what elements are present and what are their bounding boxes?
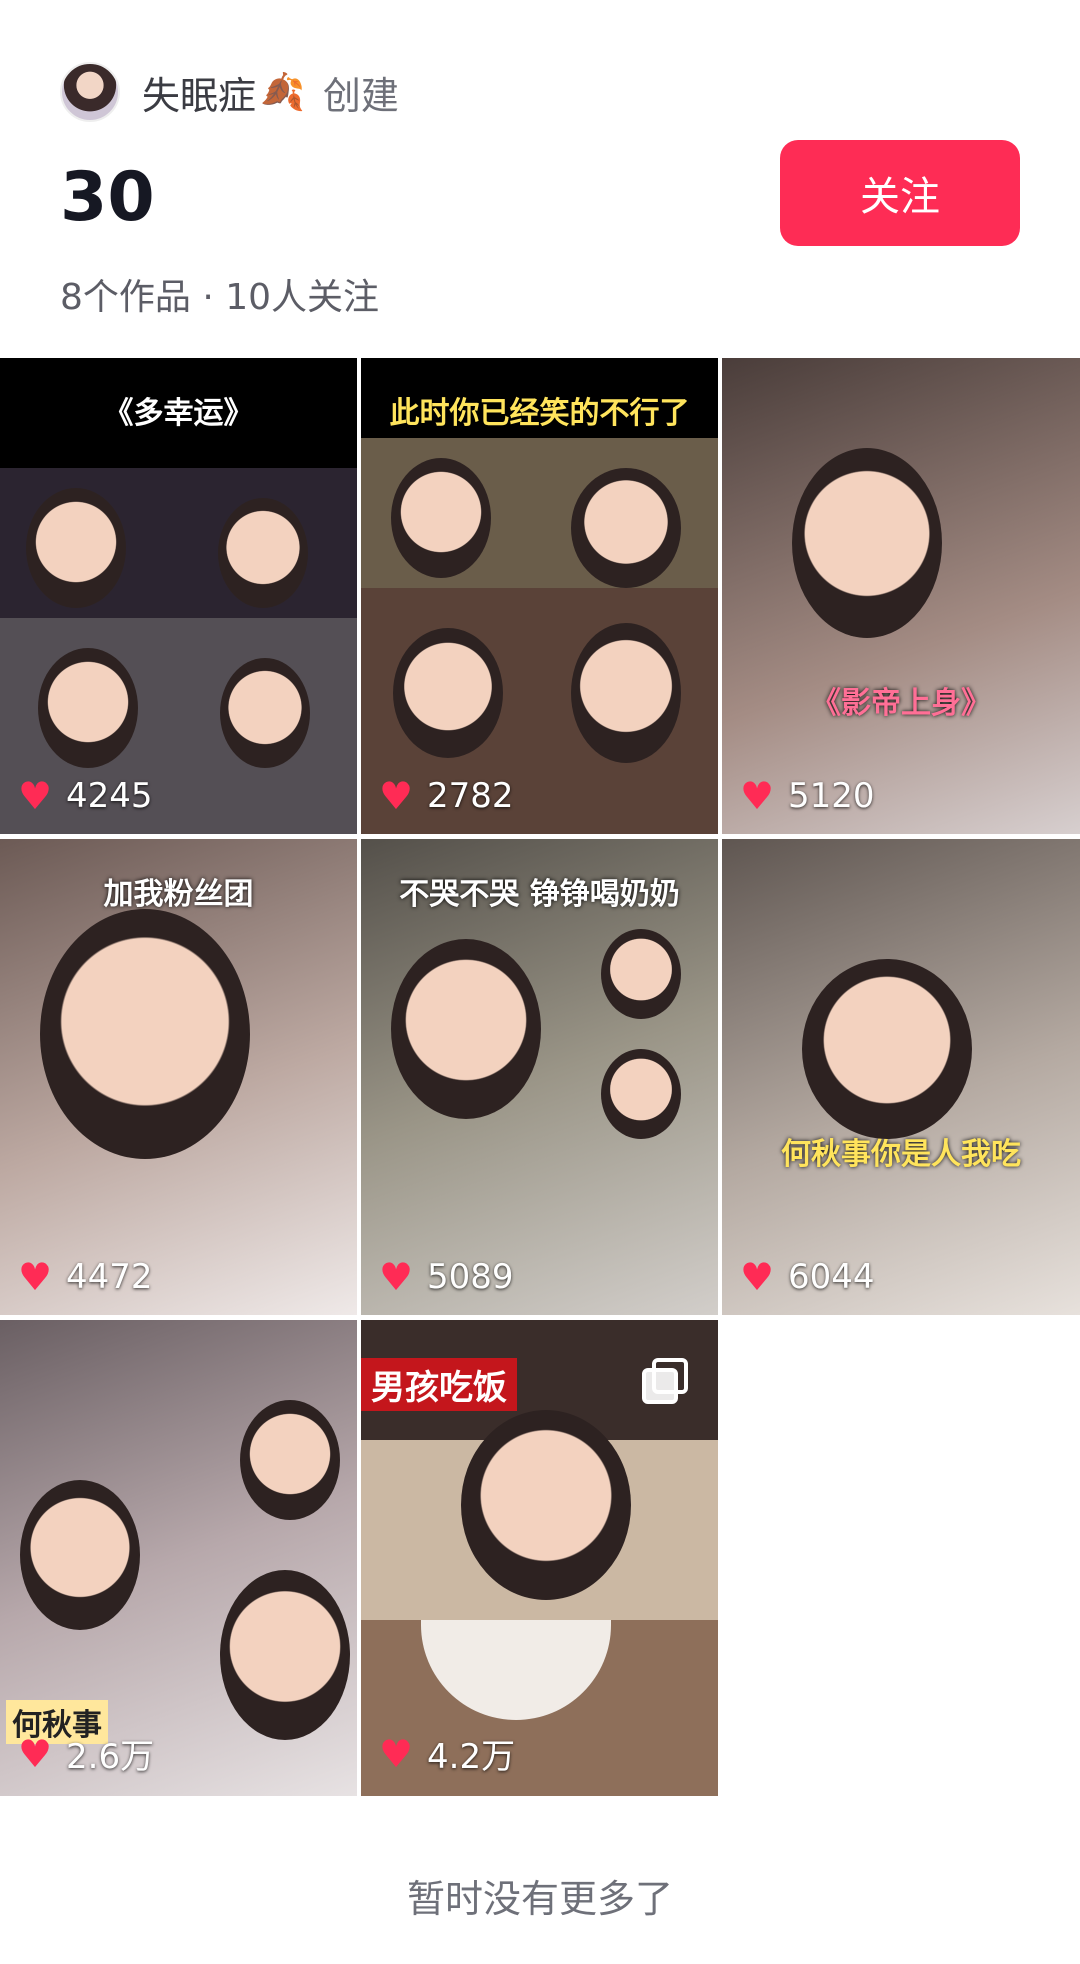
tile-thumbnail <box>461 1410 631 1600</box>
tile-thumbnail-face <box>218 498 308 608</box>
tile-thumbnail <box>802 959 972 1139</box>
tile-thumbnail <box>26 488 126 608</box>
like-count-value: 4245 <box>66 776 153 816</box>
created-label: 创建 <box>322 73 399 118</box>
like-count-value: 4.2万 <box>427 1737 516 1777</box>
like-count: ♥ 5120 <box>740 776 875 816</box>
tile-thumbnail-face <box>601 1049 681 1139</box>
heart-icon: ♥ <box>379 774 414 818</box>
leaf-icon: 🍂 <box>260 72 305 113</box>
like-count-value: 2.6万 <box>66 1737 155 1777</box>
video-tile[interactable]: 《影帝上身》 ♥ 5120 <box>722 358 1080 834</box>
tile-thumbnail <box>792 448 942 638</box>
tile-thumbnail-face <box>393 628 503 758</box>
tile-thumbnail-face <box>220 1570 350 1740</box>
tile-thumbnail <box>20 1480 140 1630</box>
collection-stats: 8个作品 · 10人关注 <box>60 277 380 318</box>
like-count: ♥ 5089 <box>379 1257 514 1297</box>
heart-icon: ♥ <box>740 774 775 818</box>
tile-caption: 加我粉丝团 <box>103 877 254 912</box>
multi-image-icon <box>642 1358 688 1404</box>
heart-icon: ♥ <box>18 1255 53 1299</box>
like-count: ♥ 4245 <box>18 776 153 816</box>
video-tile[interactable]: 何秋事你是人我吃 ♥ 6044 <box>722 839 1080 1315</box>
no-more-content: 暂时没有更多了 <box>406 1877 673 1921</box>
tile-thumbnail-bowl <box>421 1620 611 1720</box>
tile-caption: 不哭不哭 铮铮喝奶奶 <box>399 877 680 912</box>
tile-thumbnail <box>391 458 491 578</box>
heart-icon: ♥ <box>18 1731 53 1776</box>
collection-header: 失眠症 🍂 创建 30 关注 8个作品 · 10人关注 <box>0 0 1080 358</box>
video-tile[interactable]: 此时你已经笑的不行了 ♥ 2782 <box>361 358 718 834</box>
tile-thumbnail-face <box>571 468 681 588</box>
like-count: ♥ 4472 <box>18 1257 153 1297</box>
like-count-value: 5120 <box>788 776 875 816</box>
tile-caption: 《影帝上身》 <box>811 686 991 721</box>
like-count: ♥ 2782 <box>379 776 514 816</box>
like-count: ♥ 4.2万 <box>379 1729 515 1778</box>
tile-thumbnail-face <box>38 648 138 768</box>
heart-icon: ♥ <box>18 774 53 818</box>
video-tile[interactable]: 何秋事 ♥ 2.6万 <box>0 1320 357 1796</box>
tile-thumbnail <box>391 939 541 1119</box>
video-tile[interactable]: 不哭不哭 铮铮喝奶奶 ♥ 5089 <box>361 839 718 1315</box>
video-tile[interactable]: 《多幸运》 ♥ 4245 <box>0 358 357 834</box>
like-count-value: 6044 <box>788 1257 875 1297</box>
collection-title: 30 <box>60 158 155 237</box>
heart-icon: ♥ <box>740 1255 775 1299</box>
heart-icon: ♥ <box>379 1731 414 1776</box>
tile-thumbnail-face <box>571 623 681 763</box>
video-tile[interactable]: 加我粉丝团 ♥ 4472 <box>0 839 357 1315</box>
video-tile[interactable]: 男孩吃饭 ♥ 4.2万 <box>361 1320 718 1796</box>
tile-caption: 男孩吃饭 <box>361 1358 517 1411</box>
avatar[interactable] <box>60 62 120 122</box>
like-count: ♥ 6044 <box>740 1257 875 1297</box>
follow-button[interactable]: 关注 <box>780 140 1020 246</box>
like-count-value: 4472 <box>66 1257 153 1297</box>
heart-icon: ♥ <box>379 1255 414 1299</box>
like-count: ♥ 2.6万 <box>18 1729 154 1778</box>
tile-caption: 此时你已经笑的不行了 <box>389 396 690 431</box>
creator-name[interactable]: 失眠症 <box>142 65 256 120</box>
tile-thumbnail-face <box>220 658 310 768</box>
tile-thumbnail-face <box>240 1400 340 1520</box>
tile-caption: 《多幸运》 <box>103 396 254 431</box>
tile-thumbnail <box>40 909 250 1159</box>
tile-thumbnail-face <box>601 929 681 1019</box>
like-count-value: 2782 <box>427 776 514 816</box>
like-count-value: 5089 <box>427 1257 514 1297</box>
creator-row[interactable]: 失眠症 🍂 创建 <box>60 62 399 122</box>
